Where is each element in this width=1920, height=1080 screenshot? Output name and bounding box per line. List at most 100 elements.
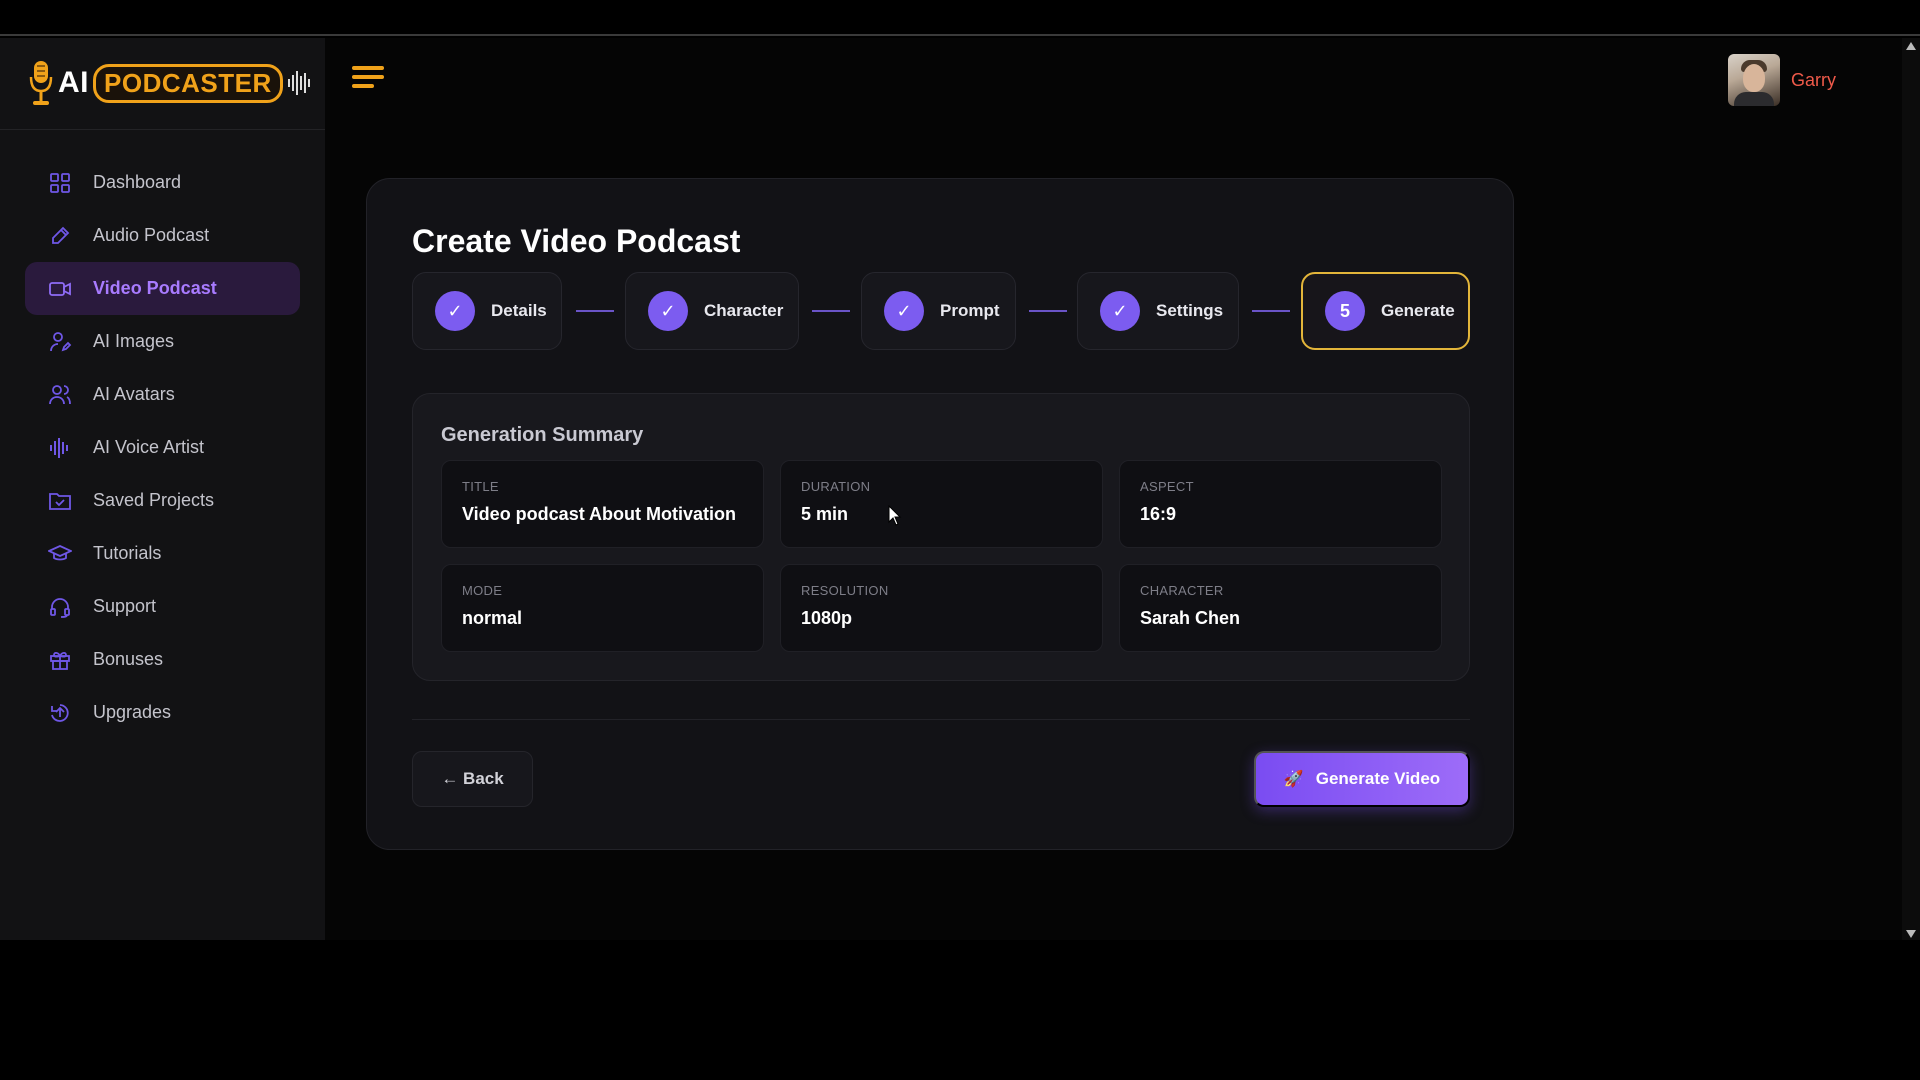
logo-area: AI PODCASTER xyxy=(0,38,325,130)
step-label: Settings xyxy=(1156,301,1224,320)
summary-item-mode: MODE normal xyxy=(441,564,764,652)
soundwave-logo-icon xyxy=(287,71,310,95)
app-logo[interactable]: AI PODCASTER xyxy=(28,58,311,108)
summary-key: MODE xyxy=(462,583,503,598)
page-title: Create Video Podcast xyxy=(412,223,741,259)
step-prompt[interactable]: ✓ Prompt xyxy=(861,272,1016,350)
grid-icon xyxy=(47,170,73,196)
logo-ai-text: AI xyxy=(58,66,89,99)
summary-value: 5 min xyxy=(801,504,849,524)
user-menu[interactable]: Garry xyxy=(1728,54,1836,106)
step-label: Prompt xyxy=(940,301,1000,320)
summary-key: CHARACTER xyxy=(1140,583,1224,598)
summary-value: 16:9 xyxy=(1140,504,1177,524)
logo-wordmark: PODCASTER xyxy=(93,63,283,103)
sidebar-item-tutorials[interactable]: Tutorials xyxy=(25,527,300,580)
step-label: Details xyxy=(491,301,547,320)
folder-check-icon xyxy=(47,488,73,514)
generation-summary: Generation Summary TITLE Video podcast A… xyxy=(412,393,1470,681)
sidebar-item-label: Bonuses xyxy=(93,649,164,669)
check-icon: ✓ xyxy=(648,291,688,331)
generate-video-label: Generate Video xyxy=(1315,769,1441,788)
video-icon xyxy=(47,276,73,302)
sidebar: AI PODCASTER Dashboard Audio Podcast Vid… xyxy=(0,38,325,940)
step-number: 5 xyxy=(1325,291,1365,331)
sidebar-item-label: AI Voice Artist xyxy=(93,437,205,457)
divider xyxy=(412,719,1470,720)
headset-icon xyxy=(47,594,73,620)
create-video-card: Create Video Podcast ✓ Details ✓ Charact… xyxy=(366,178,1514,850)
step-generate[interactable]: 5 Generate xyxy=(1301,272,1470,350)
summary-item-title: TITLE Video podcast About Motivation xyxy=(441,460,764,548)
summary-item-aspect: ASPECT 16:9 xyxy=(1119,460,1442,548)
step-connector xyxy=(1029,310,1067,312)
menu-toggle-button[interactable] xyxy=(352,66,384,90)
sidebar-item-support[interactable]: Support xyxy=(25,580,300,633)
sidebar-item-label: Dashboard xyxy=(93,172,182,192)
sidebar-item-ai-images[interactable]: AI Images xyxy=(25,315,300,368)
users-icon xyxy=(47,382,73,408)
app-window: AI PODCASTER Dashboard Audio Podcast Vid… xyxy=(0,38,1920,940)
step-connector xyxy=(1252,310,1290,312)
soundwave-icon xyxy=(47,435,73,461)
sidebar-item-upgrades[interactable]: Upgrades xyxy=(25,686,300,739)
sidebar-item-dashboard[interactable]: Dashboard xyxy=(25,156,300,209)
sidebar-item-label: Audio Podcast xyxy=(93,225,210,245)
gift-icon xyxy=(47,647,73,673)
vertical-scrollbar[interactable] xyxy=(1902,38,1920,940)
empty-bottom-area xyxy=(0,940,1920,1080)
sidebar-item-label: Video Podcast xyxy=(93,278,217,298)
summary-item-resolution: RESOLUTION 1080p xyxy=(780,564,1103,652)
user-name: Garry xyxy=(1791,69,1836,90)
scroll-down-arrow-icon[interactable] xyxy=(1906,930,1916,938)
sidebar-item-label: AI Images xyxy=(93,331,175,351)
mouse-cursor-icon xyxy=(888,505,902,526)
step-label: Character xyxy=(704,301,784,320)
sidebar-item-saved-projects[interactable]: Saved Projects xyxy=(25,474,300,527)
generate-video-button[interactable]: 🚀 Generate Video xyxy=(1254,751,1470,807)
sidebar-item-label: Saved Projects xyxy=(93,490,215,510)
hamburger-line xyxy=(352,75,384,79)
sidebar-item-audio-podcast[interactable]: Audio Podcast xyxy=(25,209,300,262)
sidebar-item-ai-avatars[interactable]: AI Avatars xyxy=(25,368,300,421)
summary-value: Sarah Chen xyxy=(1140,608,1241,628)
summary-key: TITLE xyxy=(462,479,499,494)
sidebar-item-label: Upgrades xyxy=(93,702,172,722)
sidebar-item-label: AI Avatars xyxy=(93,384,175,404)
step-settings[interactable]: ✓ Settings xyxy=(1077,272,1239,350)
hamburger-line xyxy=(352,84,374,88)
graduation-cap-icon xyxy=(47,541,73,567)
summary-value: Video podcast About Motivation xyxy=(462,504,736,524)
hamburger-line xyxy=(352,66,384,70)
step-details[interactable]: ✓ Details xyxy=(412,272,562,350)
pen-icon xyxy=(47,223,73,249)
stepper: ✓ Details ✓ Character ✓ Prompt ✓ Setting… xyxy=(412,272,1470,350)
summary-key: RESOLUTION xyxy=(801,583,889,598)
check-icon: ✓ xyxy=(1100,291,1140,331)
sidebar-nav: Dashboard Audio Podcast Video Podcast AI… xyxy=(25,156,300,739)
step-label: Generate xyxy=(1381,301,1455,320)
summary-key: ASPECT xyxy=(1140,479,1194,494)
user-edit-icon xyxy=(47,329,73,355)
sidebar-item-label: Tutorials xyxy=(93,543,162,563)
summary-title: Generation Summary xyxy=(441,424,644,446)
upgrade-icon xyxy=(47,700,73,726)
step-connector xyxy=(576,310,614,312)
summary-key: DURATION xyxy=(801,479,871,494)
summary-item-duration: DURATION 5 min xyxy=(780,460,1103,548)
sidebar-item-label: Support xyxy=(93,596,157,616)
summary-item-character: CHARACTER Sarah Chen xyxy=(1119,564,1442,652)
check-icon: ✓ xyxy=(435,291,475,331)
summary-value: 1080p xyxy=(801,608,853,628)
sidebar-item-bonuses[interactable]: Bonuses xyxy=(25,633,300,686)
step-connector xyxy=(812,310,850,312)
scroll-up-arrow-icon[interactable] xyxy=(1906,42,1916,50)
browser-top-bar xyxy=(0,0,1920,36)
sidebar-item-video-podcast[interactable]: Video Podcast xyxy=(25,262,300,315)
summary-value: normal xyxy=(462,608,523,628)
check-icon: ✓ xyxy=(884,291,924,331)
back-button[interactable]: ← Back xyxy=(412,751,533,807)
sidebar-item-ai-voice-artist[interactable]: AI Voice Artist xyxy=(25,421,300,474)
avatar xyxy=(1728,54,1780,106)
step-character[interactable]: ✓ Character xyxy=(625,272,799,350)
